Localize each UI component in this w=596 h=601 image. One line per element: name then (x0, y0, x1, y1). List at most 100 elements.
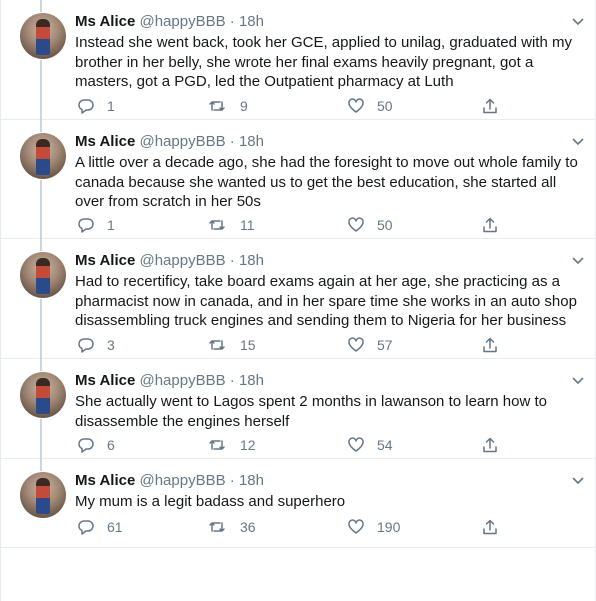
tweet-header: Ms Alice @happyBBB · 18h (75, 371, 264, 391)
reply-button[interactable]: 3 (77, 335, 115, 355)
chevron-down-icon[interactable] (571, 14, 585, 28)
avatar[interactable] (20, 472, 66, 518)
tweet-text: She actually went to Lagos spent 2 month… (75, 393, 547, 430)
display-name[interactable]: Ms Alice (75, 372, 135, 389)
like-icon (348, 519, 364, 534)
retweet-button[interactable]: 36 (208, 517, 256, 537)
timestamp[interactable]: 18h (239, 252, 264, 269)
retweet-icon (209, 440, 225, 450)
tweet-5[interactable]: Ms Alice @happyBBB · 18h My mum is a leg… (1, 459, 596, 548)
like-count: 50 (377, 217, 393, 233)
thread-line (40, 120, 42, 132)
tweet-header: Ms Alice @happyBBB · 18h (75, 132, 264, 152)
retweet-icon (209, 101, 225, 111)
retweet-icon (209, 220, 225, 230)
like-icon (348, 217, 364, 232)
like-count: 54 (377, 437, 393, 453)
share-icon (483, 337, 497, 353)
tweet-header: Ms Alice @happyBBB · 18h (75, 251, 264, 271)
reply-button[interactable]: 1 (77, 96, 115, 116)
reply-icon (78, 218, 94, 233)
retweet-count: 11 (240, 217, 255, 233)
tweet-4[interactable]: Ms Alice @happyBBB · 18h She actually we… (1, 359, 596, 459)
retweet-button[interactable]: 9 (208, 96, 248, 116)
thread-line (40, 180, 42, 239)
avatar[interactable] (20, 133, 66, 179)
thread-line (40, 239, 42, 251)
tweet-actions: 1 11 50 (75, 215, 515, 235)
thread-line (40, 359, 42, 371)
reply-button[interactable]: 6 (77, 435, 115, 455)
share-button[interactable] (481, 215, 499, 235)
thread-line (40, 60, 42, 120)
reply-icon (78, 338, 94, 353)
separator-dot: · (229, 372, 235, 389)
retweet-count: 9 (240, 98, 248, 114)
tweet-actions: 1 9 50 (75, 96, 515, 116)
like-icon (348, 98, 364, 113)
user-handle[interactable]: @happyBBB (139, 372, 225, 389)
thread-line (40, 299, 42, 359)
like-button[interactable]: 50 (347, 215, 393, 235)
retweet-button[interactable]: 11 (208, 215, 255, 235)
avatar[interactable] (20, 13, 66, 59)
tweet-text: Had to recertificy, take board exams aga… (75, 273, 577, 329)
retweet-count: 12 (240, 437, 256, 453)
chevron-down-icon[interactable] (571, 373, 585, 387)
tweet-actions: 61 36 190 (75, 517, 515, 537)
tweet-header: Ms Alice @happyBBB · 18h (75, 471, 264, 491)
thread-line (40, 0, 42, 12)
share-button[interactable] (481, 435, 499, 455)
timestamp[interactable]: 18h (239, 13, 264, 30)
like-button[interactable]: 57 (347, 335, 393, 355)
retweet-button[interactable]: 12 (208, 435, 256, 455)
chevron-down-icon[interactable] (571, 253, 585, 267)
tweet-1[interactable]: Ms Alice @happyBBB · 18h Instead she wen… (1, 0, 596, 120)
thread-line (40, 419, 42, 459)
retweet-count: 15 (240, 337, 256, 353)
timestamp[interactable]: 18h (239, 372, 264, 389)
user-handle[interactable]: @happyBBB (139, 133, 225, 150)
like-button[interactable]: 190 (347, 517, 400, 537)
like-button[interactable]: 54 (347, 435, 393, 455)
user-handle[interactable]: @happyBBB (139, 252, 225, 269)
like-count: 190 (377, 519, 401, 535)
user-handle[interactable]: @happyBBB (139, 13, 225, 30)
reply-count: 1 (107, 98, 115, 114)
avatar[interactable] (20, 372, 66, 418)
display-name[interactable]: Ms Alice (75, 133, 135, 150)
timestamp[interactable]: 18h (239, 133, 264, 150)
share-button[interactable] (481, 517, 499, 537)
reply-icon (78, 520, 94, 535)
reply-button[interactable]: 1 (77, 215, 115, 235)
reply-count: 6 (107, 437, 115, 453)
tweet-text: A little over a decade ago, she had the … (75, 154, 578, 210)
like-button[interactable]: 50 (347, 96, 393, 116)
display-name[interactable]: Ms Alice (75, 472, 135, 489)
user-handle[interactable]: @happyBBB (139, 472, 225, 489)
like-count: 50 (377, 98, 393, 114)
share-button[interactable] (481, 335, 499, 355)
tweet-actions: 6 12 54 (75, 435, 515, 455)
thread-line (40, 459, 42, 471)
tweet-3[interactable]: Ms Alice @happyBBB · 18h Had to recertif… (1, 239, 596, 359)
separator-dot: · (229, 252, 235, 269)
display-name[interactable]: Ms Alice (75, 252, 135, 269)
like-count: 57 (377, 337, 393, 353)
share-icon (483, 217, 497, 233)
display-name[interactable]: Ms Alice (75, 13, 135, 30)
chevron-down-icon[interactable] (571, 473, 585, 487)
tweet-2[interactable]: Ms Alice @happyBBB · 18h A little over a… (1, 120, 596, 239)
reply-count: 61 (107, 519, 123, 535)
share-button[interactable] (481, 96, 499, 116)
avatar[interactable] (20, 252, 66, 298)
share-icon (483, 437, 497, 453)
retweet-icon (209, 340, 225, 350)
reply-icon (78, 99, 94, 114)
timestamp[interactable]: 18h (239, 472, 264, 489)
retweet-button[interactable]: 15 (208, 335, 256, 355)
reply-button[interactable]: 61 (77, 517, 123, 537)
reply-icon (78, 438, 94, 453)
tweet-actions: 3 15 57 (75, 335, 515, 355)
chevron-down-icon[interactable] (571, 134, 585, 148)
